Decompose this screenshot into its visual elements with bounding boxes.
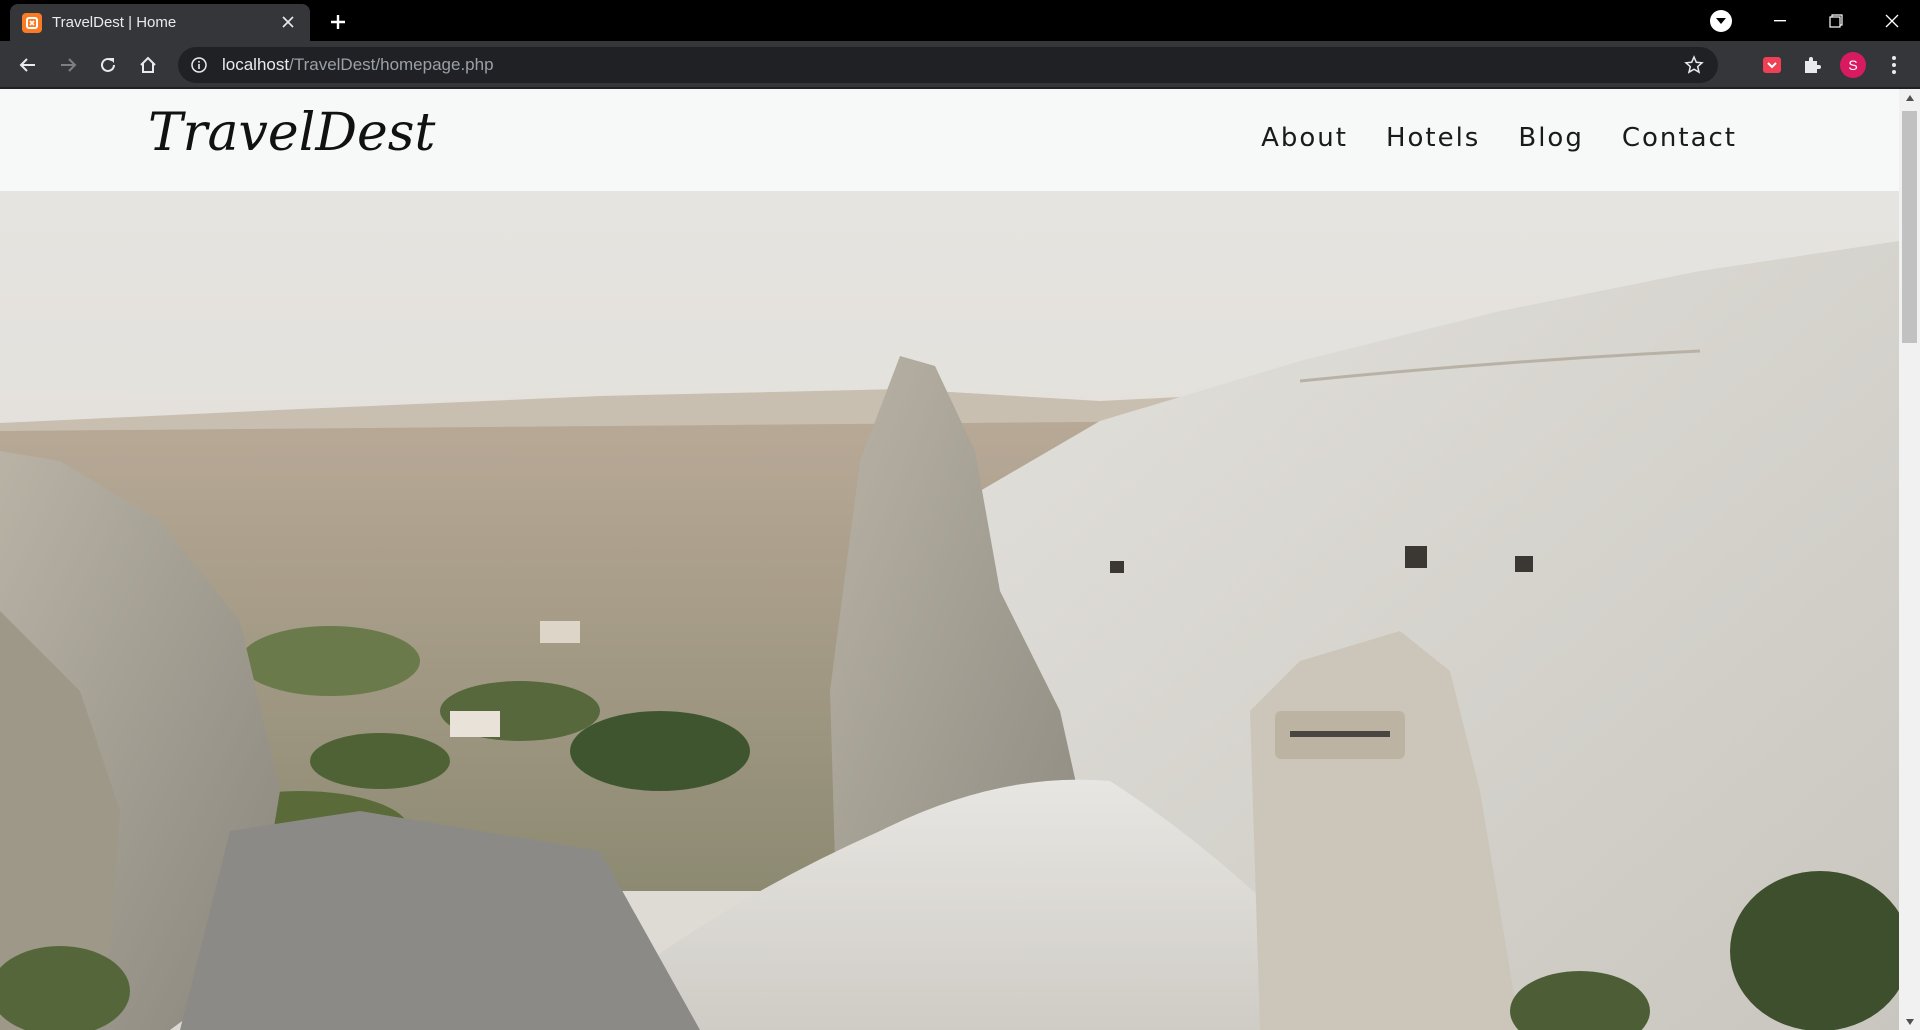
browser-toolbar: localhost/TravelDest/homepage.php S xyxy=(0,41,1920,88)
scroll-down-icon[interactable] xyxy=(1899,1013,1920,1030)
close-window-icon[interactable] xyxy=(1864,0,1920,41)
site-header: TravelDest About Hotels Blog Contact xyxy=(0,89,1899,191)
scroll-up-icon[interactable] xyxy=(1899,89,1920,106)
site-logo[interactable]: TravelDest xyxy=(148,103,435,163)
site-info-icon[interactable] xyxy=(190,56,208,74)
favicon-icon xyxy=(22,12,42,33)
back-icon[interactable] xyxy=(12,49,44,81)
nav-link-blog[interactable]: Blog xyxy=(1518,123,1583,153)
nav-link-hotels[interactable]: Hotels xyxy=(1386,123,1480,153)
main-nav: About Hotels Blog Contact xyxy=(1261,123,1737,153)
reload-icon[interactable] xyxy=(92,49,124,81)
address-bar[interactable]: localhost/TravelDest/homepage.php xyxy=(178,47,1718,83)
scrollbar-thumb[interactable] xyxy=(1902,111,1917,343)
minimize-icon[interactable] xyxy=(1752,0,1808,41)
page-scrollbar[interactable] xyxy=(1899,89,1920,1030)
browser-menu-icon[interactable] xyxy=(1882,53,1906,77)
tab-title: TravelDest | Home xyxy=(52,14,177,31)
bookmark-star-icon[interactable] xyxy=(1684,55,1704,79)
tab-strip: TravelDest | Home xyxy=(0,0,1920,41)
close-tab-icon[interactable] xyxy=(278,13,298,32)
restore-icon[interactable] xyxy=(1808,0,1864,41)
nav-link-contact[interactable]: Contact xyxy=(1622,123,1737,153)
window-controls xyxy=(1752,0,1920,41)
page-viewport: TravelDest About Hotels Blog Contact xyxy=(0,89,1920,1030)
url-path: /TravelDest/homepage.php xyxy=(289,55,494,74)
extensions-puzzle-icon[interactable] xyxy=(1800,53,1824,77)
pocket-extension-icon[interactable] xyxy=(1760,53,1784,77)
forward-icon[interactable] xyxy=(52,49,84,81)
browser-tab[interactable]: TravelDest | Home xyxy=(10,4,310,41)
url-host: localhost xyxy=(222,55,290,74)
nav-link-about[interactable]: About xyxy=(1261,123,1348,153)
hero-image xyxy=(0,191,1910,1030)
new-tab-icon[interactable] xyxy=(324,8,352,36)
profile-avatar[interactable]: S xyxy=(1840,52,1866,78)
tab-search-icon[interactable] xyxy=(1710,10,1732,32)
home-icon[interactable] xyxy=(132,49,164,81)
